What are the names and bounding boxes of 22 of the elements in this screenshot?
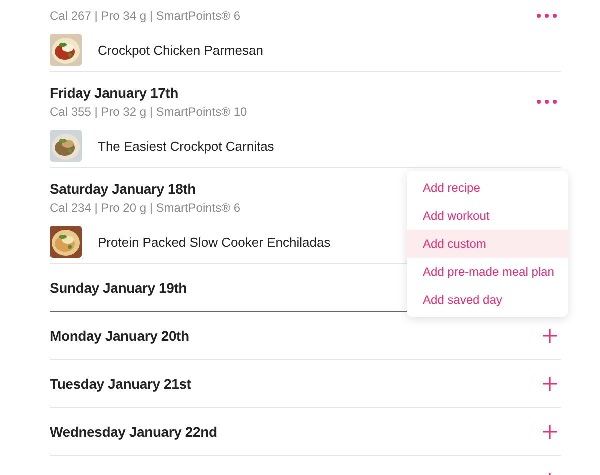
nutrition-stats: Cal 355 | Pro 32 g | SmartPoints® 10 — [50, 104, 248, 120]
menu-item[interactable]: Add saved day — [407, 286, 568, 314]
add-button[interactable] — [543, 328, 557, 342]
day-title: Wednesday January 22nd — [50, 422, 218, 440]
recipe-name[interactable]: The Easiest Crockpot Carnitas — [98, 138, 274, 154]
nutrition-stats: Cal 234 | Pro 20 g | SmartPoints® 6 — [50, 200, 240, 216]
add-button[interactable] — [543, 424, 557, 438]
day-title: Friday January 17th — [50, 84, 180, 102]
nutrition-stats: Cal 267 | Pro 34 g | SmartPoints® 6 — [50, 8, 240, 24]
day-title: Tuesday January 21st — [50, 374, 192, 392]
more-icon[interactable] — [537, 100, 557, 104]
day-title: Saturday January 18th — [50, 180, 197, 198]
menu-item[interactable]: Add workout — [407, 202, 568, 230]
recipe-name[interactable]: Crockpot Chicken Parmesan — [98, 42, 264, 58]
day-title: Monday January 20th — [50, 326, 190, 344]
day-title: Sunday January 19th — [50, 278, 188, 296]
more-icon[interactable] — [537, 14, 557, 18]
menu-item[interactable]: Add custom — [407, 230, 568, 258]
menu-item[interactable]: Add recipe — [407, 174, 568, 202]
menu-item[interactable]: Add pre-made meal plan — [407, 258, 568, 286]
recipe-name[interactable]: Protein Packed Slow Cooker Enchiladas — [98, 234, 331, 250]
add-button[interactable] — [543, 376, 557, 390]
